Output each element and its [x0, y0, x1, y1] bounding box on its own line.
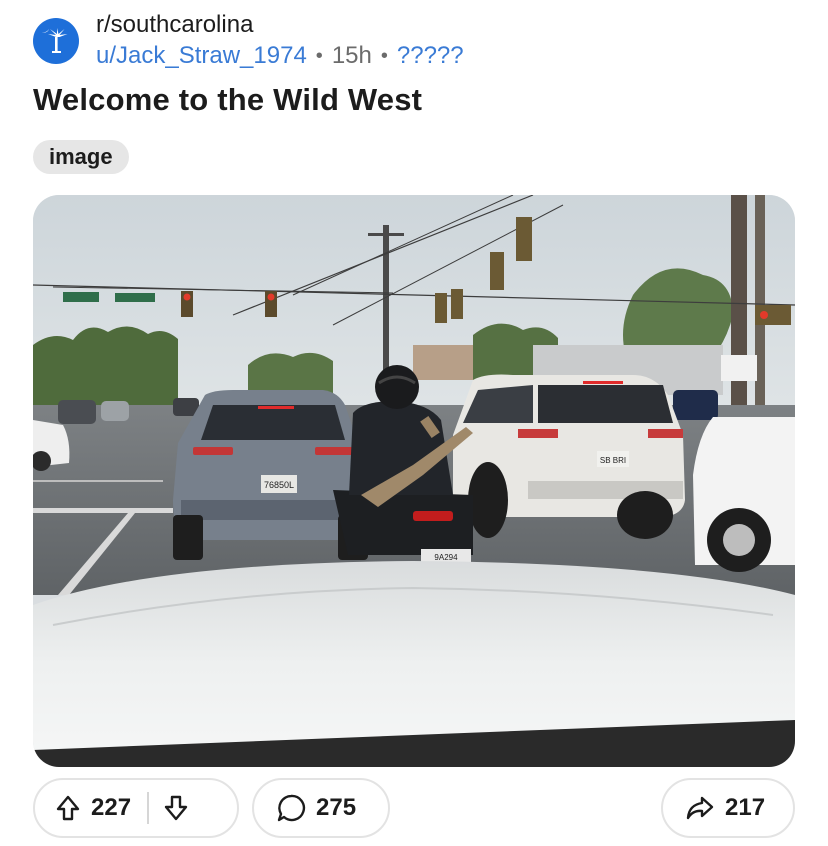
- speech-bubble-icon: [276, 793, 306, 823]
- subreddit-name[interactable]: r/southcarolina: [96, 10, 464, 40]
- post-flair[interactable]: ?????: [397, 40, 464, 72]
- road-scene-image: 76850L SB BRI 9A294: [33, 195, 795, 767]
- plate-left: 76850L: [264, 480, 294, 490]
- meta-separator: •: [315, 45, 323, 67]
- arrow-up-icon[interactable]: [55, 794, 81, 822]
- subreddit-avatar[interactable]: [33, 18, 79, 64]
- share-arrow-icon: [685, 794, 715, 822]
- comments-button[interactable]: 275: [252, 778, 390, 838]
- palmetto-moon-icon: [42, 28, 68, 53]
- post-title[interactable]: Welcome to the Wild West: [33, 82, 422, 118]
- plate-moto: 9A294: [434, 553, 458, 562]
- post-meta: u/Jack_Straw_1974 • 15h • ?????: [96, 40, 464, 72]
- share-button[interactable]: 217: [661, 778, 795, 838]
- vote-control: 227: [33, 778, 239, 838]
- post-header: r/southcarolina u/Jack_Straw_1974 • 15h …: [33, 10, 464, 70]
- upvote-count: 227: [91, 794, 132, 821]
- vote-divider: [147, 792, 150, 824]
- post-age: 15h: [331, 42, 372, 69]
- share-count: 217: [725, 794, 766, 821]
- comment-count: 275: [316, 794, 357, 821]
- plate-right: SB BRI: [600, 456, 626, 465]
- author-link[interactable]: u/Jack_Straw_1974: [96, 40, 307, 72]
- post-image[interactable]: 76850L SB BRI 9A294: [33, 195, 795, 767]
- post-type-tag: image: [33, 140, 129, 174]
- arrow-down-icon[interactable]: [163, 794, 189, 822]
- meta-separator: •: [380, 45, 388, 67]
- post-actions: 227 275 217: [33, 778, 795, 838]
